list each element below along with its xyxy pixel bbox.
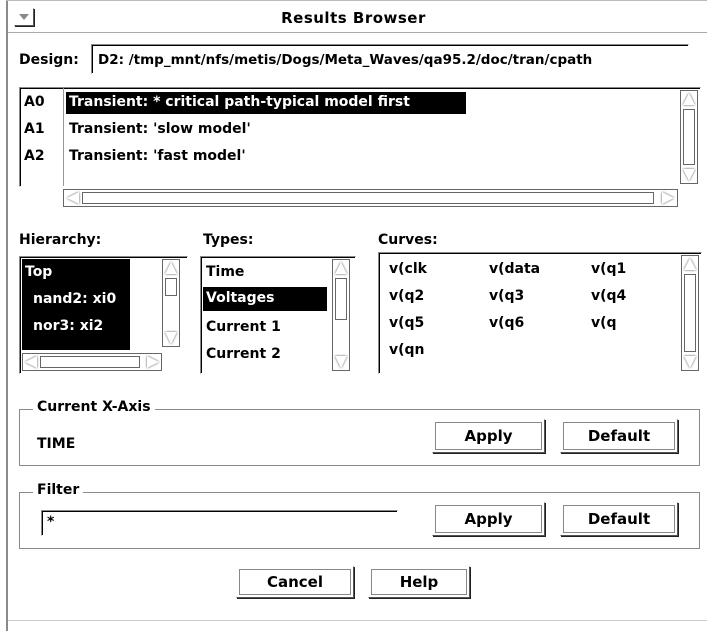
- hierarchy-vscroll[interactable]: [162, 259, 180, 347]
- curve-item[interactable]: v(q2: [389, 288, 424, 304]
- cancel-button[interactable]: Cancel: [236, 566, 354, 598]
- help-button[interactable]: Help: [368, 566, 470, 598]
- curve-item[interactable]: v(data: [489, 261, 540, 277]
- arrow-up-icon[interactable]: [165, 262, 177, 274]
- xaxis-apply-label: Apply: [464, 427, 513, 445]
- filter-default-button[interactable]: Default: [560, 502, 678, 536]
- arrow-right-icon[interactable]: [147, 356, 159, 368]
- hierarchy-hscroll[interactable]: [22, 353, 162, 371]
- arrow-right-icon[interactable]: [662, 192, 674, 204]
- hierarchy-item[interactable]: nor3: xi2: [33, 318, 103, 334]
- curves-list: v(clk v(data v(q1 v(q2 v(q3 v(q4 v(q5 v(…: [378, 252, 702, 374]
- design-field[interactable]: D2: /tmp_mnt/nfs/metis/Dogs/Meta_Waves/q…: [91, 44, 689, 74]
- window-bottom-edge: [8, 620, 707, 621]
- type-item[interactable]: Time: [206, 264, 244, 280]
- filter-apply-label: Apply: [464, 510, 513, 528]
- xaxis-default-label: Default: [587, 427, 651, 445]
- result-row[interactable]: Transient: 'slow model': [66, 119, 466, 141]
- cancel-label: Cancel: [266, 573, 323, 591]
- arrow-left-icon[interactable]: [25, 356, 37, 368]
- curve-item[interactable]: v(qn: [389, 342, 425, 358]
- result-row-selected[interactable]: Transient: * critical path-typical model…: [66, 92, 466, 114]
- arrow-down-icon[interactable]: [684, 356, 696, 368]
- results-list: A0 A1 A2 Transient: * critical path-typi…: [19, 87, 701, 187]
- result-row[interactable]: Transient: 'fast model': [66, 146, 466, 168]
- scroll-thumb[interactable]: [40, 356, 140, 368]
- arrow-down-icon[interactable]: [165, 332, 177, 344]
- curve-item[interactable]: v(clk: [389, 261, 427, 277]
- types-label: Types:: [203, 232, 254, 248]
- hierarchy-item[interactable]: nand2: xi0: [33, 291, 116, 307]
- hierarchy-item[interactable]: Top: [25, 264, 52, 280]
- scroll-thumb[interactable]: [683, 109, 695, 165]
- scroll-thumb[interactable]: [82, 192, 654, 204]
- types-list: Time Voltages Current 1 Current 2: [200, 256, 356, 374]
- results-vscroll[interactable]: [680, 90, 698, 184]
- hierarchy-label: Hierarchy:: [19, 232, 102, 248]
- xaxis-apply-button[interactable]: Apply: [432, 419, 545, 453]
- filter-input[interactable]: *: [41, 510, 398, 536]
- window-title: Results Browser: [281, 9, 426, 27]
- curves-vscroll[interactable]: [681, 255, 699, 371]
- type-item-label: Voltages: [206, 290, 275, 306]
- arrow-up-icon[interactable]: [335, 262, 347, 274]
- result-row-label: Transient: 'slow model': [69, 121, 251, 137]
- title-separator: [8, 32, 707, 33]
- result-row-label: Transient: 'fast model': [69, 148, 246, 164]
- type-item[interactable]: Current 2: [206, 346, 281, 362]
- window-top-edge: [6, 0, 707, 1]
- xaxis-default-button[interactable]: Default: [560, 419, 678, 453]
- result-id: A1: [24, 121, 45, 137]
- arrow-down-icon[interactable]: [335, 356, 347, 368]
- filter-default-label: Default: [587, 510, 651, 528]
- arrow-left-icon[interactable]: [67, 192, 79, 204]
- xaxis-value: TIME: [37, 436, 76, 452]
- scroll-thumb[interactable]: [335, 278, 347, 320]
- curve-item[interactable]: v(q: [591, 315, 617, 331]
- window-left-edge: [6, 0, 8, 631]
- filter-input-value: *: [47, 514, 55, 530]
- filter-apply-button[interactable]: Apply: [432, 502, 545, 536]
- result-id: A0: [24, 94, 45, 110]
- type-item[interactable]: Current 1: [206, 319, 281, 335]
- result-row-label: Transient: * critical path-typical model…: [69, 94, 410, 110]
- result-id: A2: [24, 148, 45, 164]
- type-item-selected[interactable]: Voltages: [203, 287, 327, 311]
- design-value: D2: /tmp_mnt/nfs/metis/Dogs/Meta_Waves/q…: [98, 52, 593, 68]
- hierarchy-list: Top nand2: xi0 nor3: xi2: [19, 256, 188, 374]
- curve-item[interactable]: v(q4: [591, 288, 626, 304]
- curve-item[interactable]: v(q6: [489, 315, 524, 331]
- arrow-up-icon[interactable]: [684, 258, 696, 270]
- curve-item[interactable]: v(q3: [489, 288, 524, 304]
- curve-item[interactable]: v(q1: [591, 261, 626, 277]
- curves-label: Curves:: [378, 232, 438, 248]
- curve-item[interactable]: v(q5: [389, 315, 424, 331]
- arrow-down-icon[interactable]: [683, 169, 695, 181]
- help-label: Help: [399, 573, 439, 591]
- scroll-thumb[interactable]: [684, 274, 696, 352]
- filter-group-title: Filter: [33, 482, 84, 498]
- scroll-thumb[interactable]: [165, 278, 177, 296]
- results-hscroll[interactable]: [63, 189, 678, 207]
- design-label: Design:: [19, 52, 79, 68]
- arrow-up-icon[interactable]: [683, 93, 695, 105]
- types-vscroll[interactable]: [332, 259, 350, 371]
- xaxis-group-title: Current X-Axis: [33, 399, 155, 415]
